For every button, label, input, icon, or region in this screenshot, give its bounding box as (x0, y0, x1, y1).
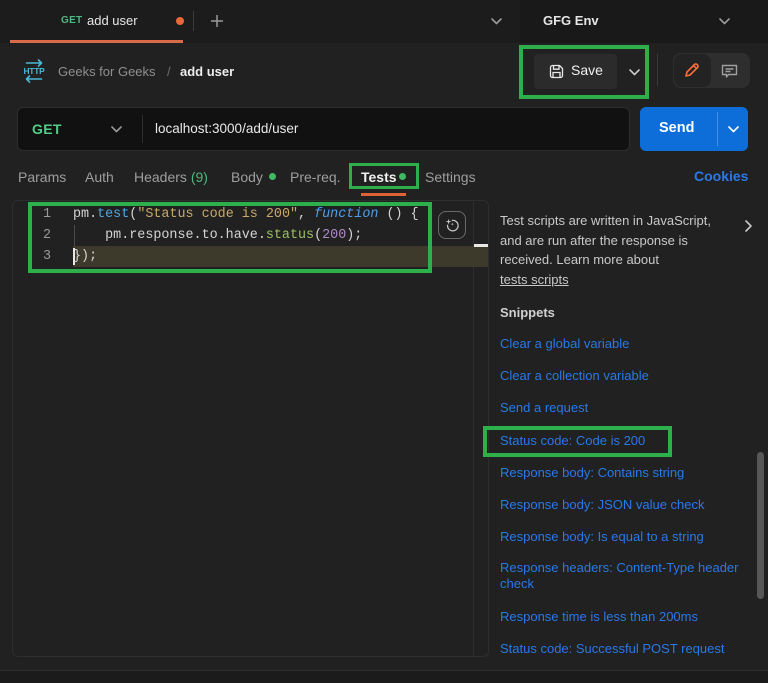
svg-text:HTTP: HTTP (23, 66, 45, 76)
